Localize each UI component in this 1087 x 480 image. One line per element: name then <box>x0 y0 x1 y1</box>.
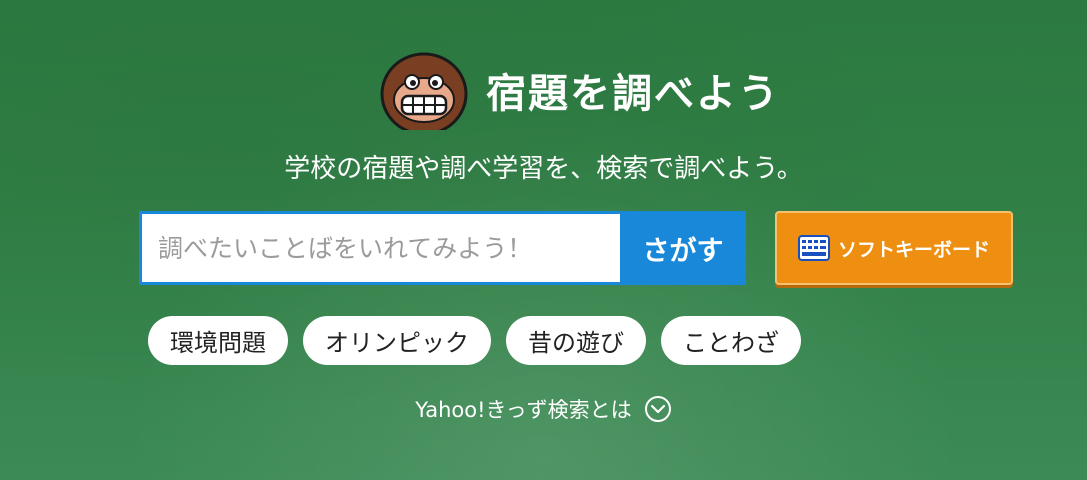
subtitle: 学校の宿題や調べ学習を、検索で調べよう。 <box>284 154 803 184</box>
search-button[interactable]: さがす <box>620 211 746 285</box>
soft-keyboard-label: ソフトキーボード <box>837 238 990 261</box>
suggestion-list: 環境問題 オリンピック 昔の遊び ことわざ <box>148 316 816 365</box>
site-title: 宿題を調べよう <box>486 71 780 117</box>
monkey-mascot-icon <box>378 50 470 136</box>
about-link-label: Yahoo!きっず検索とは <box>415 398 632 422</box>
suggestion-chip-proverbs[interactable]: ことわざ <box>661 316 801 365</box>
suggestion-chip-old-games[interactable]: 昔の遊び <box>506 316 646 365</box>
keyboard-icon <box>797 235 830 261</box>
search-input[interactable] <box>139 211 620 285</box>
about-link[interactable]: Yahoo!きっず検索とは <box>0 394 1087 424</box>
soft-keyboard-button[interactable]: ソフトキーボード <box>775 211 1013 285</box>
site-header: 宿題を調べよう <box>378 50 780 136</box>
chevron-down-circle-icon <box>644 395 672 423</box>
suggestion-chip-environment[interactable]: 環境問題 <box>148 316 288 365</box>
suggestion-chip-olympics[interactable]: オリンピック <box>303 316 491 365</box>
search-row: さがす ソフトキーボード <box>139 211 1013 285</box>
